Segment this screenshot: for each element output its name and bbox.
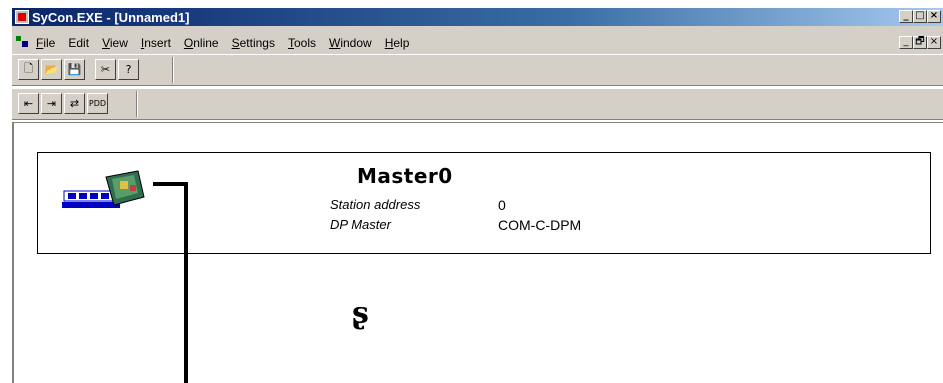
cut-icon[interactable]: ✂: [95, 59, 116, 80]
insert-slave-icon[interactable]: ⇥: [41, 93, 62, 114]
insert-slave-cursor-icon: ʂ: [352, 296, 369, 331]
maximize-button[interactable]: □: [913, 10, 927, 23]
menu-help[interactable]: Help: [385, 36, 410, 50]
standard-toolbar: 🗋 📂 💾 ✂ ?: [12, 54, 943, 86]
menu-tools[interactable]: Tools: [288, 36, 316, 50]
menu-window[interactable]: Window: [329, 36, 372, 50]
child-restore-button[interactable]: 🗗: [913, 36, 927, 49]
save-icon[interactable]: 💾: [64, 59, 85, 80]
device-type-label: DP Master: [330, 217, 391, 232]
window-controls: _ □ ×: [899, 10, 941, 23]
new-icon[interactable]: 🗋: [18, 59, 39, 80]
menu-insert[interactable]: Insert: [141, 36, 171, 50]
bus-connector-horizontal: [153, 182, 188, 186]
toolbar-end-divider: [136, 91, 138, 117]
device-toolbar: ⇤ ⇥ ⇄ PDD: [12, 88, 943, 120]
menu-edit[interactable]: Edit: [68, 36, 89, 50]
menu-online[interactable]: Online: [184, 36, 219, 50]
close-button[interactable]: ×: [927, 10, 941, 23]
menu-view[interactable]: View: [102, 36, 128, 50]
insert-device-icon[interactable]: ⇄: [64, 93, 85, 114]
insert-master-icon[interactable]: ⇤: [18, 93, 39, 114]
minimize-button[interactable]: _: [899, 10, 913, 23]
child-window-controls: _ 🗗 ×: [899, 36, 941, 49]
window-title: SyCon.EXE - [Unnamed1]: [32, 9, 190, 25]
toolbar-separator: [87, 59, 93, 85]
menu-file[interactable]: File: [36, 36, 55, 50]
master-device-box[interactable]: [37, 152, 931, 254]
client-area-top-edge: [12, 122, 943, 125]
toolbar-end-divider: [172, 57, 174, 83]
client-area-left-edge: [12, 122, 14, 383]
station-address-value: 0: [498, 197, 506, 213]
pdd-icon[interactable]: PDD: [87, 93, 108, 114]
child-minimize-button[interactable]: _: [899, 36, 913, 49]
device-type-value: COM-C-DPM: [498, 217, 582, 233]
profibus-card-icon[interactable]: [60, 167, 146, 211]
station-address-label: Station address: [330, 197, 421, 212]
child-window-icon[interactable]: [16, 36, 30, 48]
child-close-button[interactable]: ×: [927, 36, 941, 49]
menu-bar: File Edit View Insert Online Settings To…: [12, 26, 943, 54]
bus-line[interactable]: [184, 182, 188, 383]
help-icon[interactable]: ?: [118, 59, 139, 80]
menu-settings[interactable]: Settings: [232, 36, 275, 50]
title-bar[interactable]: SyCon.EXE - [Unnamed1] _ □ ×: [12, 8, 943, 26]
open-icon[interactable]: 📂: [41, 59, 62, 80]
app-icon: [15, 10, 29, 24]
master-name: Master0: [357, 164, 453, 188]
